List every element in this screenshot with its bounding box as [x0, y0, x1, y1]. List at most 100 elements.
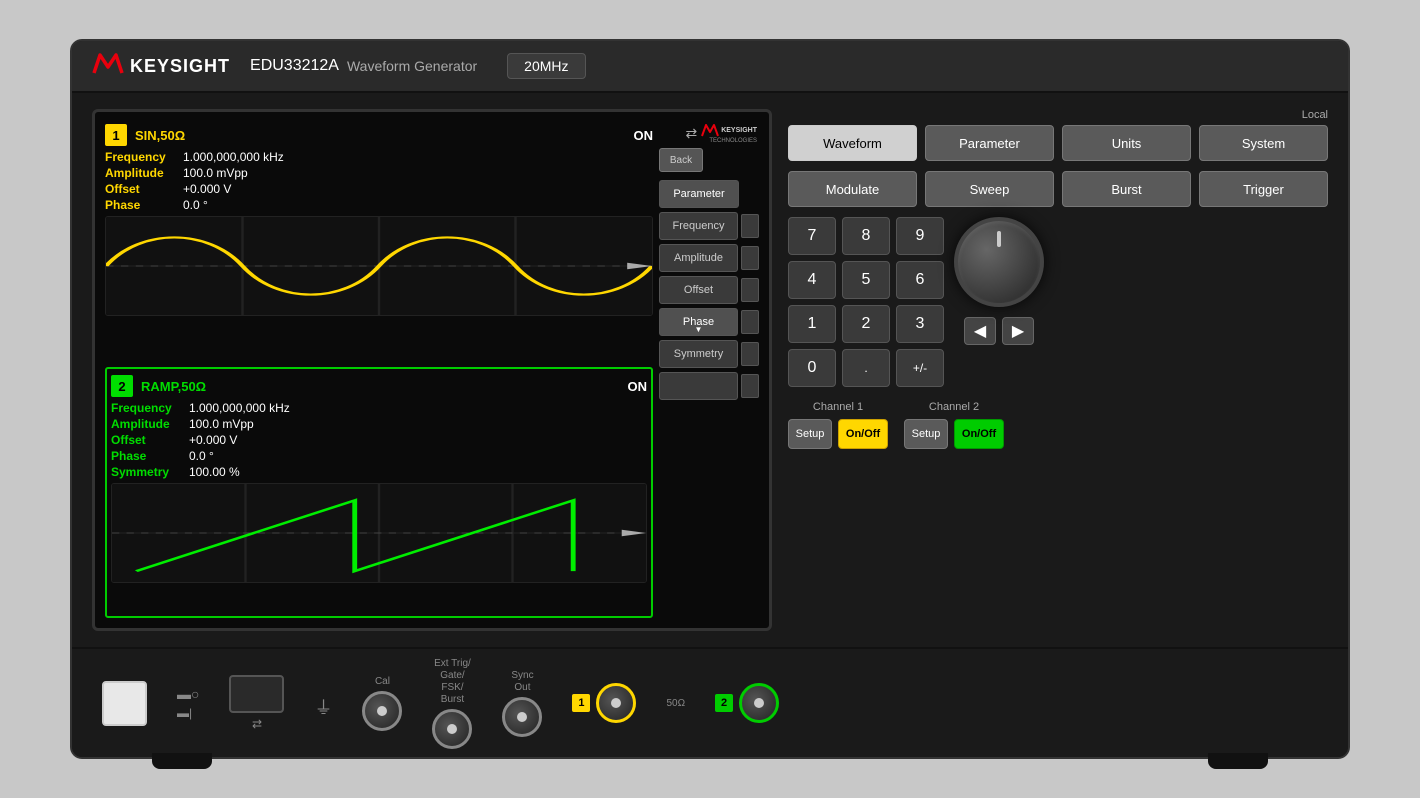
rotary-knob[interactable] [954, 217, 1044, 307]
usb-port[interactable] [229, 675, 284, 713]
ch2-sym-row: Symmetry 100.00 % [111, 465, 647, 479]
num-5[interactable]: 5 [842, 261, 890, 299]
ground-connector: ⏚ [314, 686, 332, 720]
ch2-output-group: Channel 2 Setup On/Off [904, 401, 1004, 449]
back-button[interactable]: Back [659, 148, 703, 172]
soft-key-offset[interactable] [741, 278, 759, 302]
ch1-offset-label: Offset [105, 182, 175, 196]
system-button[interactable]: System [1199, 125, 1328, 161]
ch2-amp-val: 100.0 mVpp [189, 417, 254, 431]
ch1-freq-label: Frequency [105, 150, 175, 164]
channel2-panel: 2 RAMP,50Ω ON Frequency 1.000,000,000 kH… [105, 367, 653, 618]
keysight-logo: KEYSIGHT [92, 49, 230, 83]
num-plusminus[interactable]: +/- [896, 349, 944, 387]
soft-key-sym[interactable] [741, 342, 759, 366]
menu-frequency-btn[interactable]: Frequency [659, 212, 738, 240]
ch2-output-bnc[interactable] [739, 683, 779, 723]
arrow-buttons: ◀ ▶ [964, 317, 1034, 345]
waveform-button[interactable]: Waveform [788, 125, 917, 161]
local-label: Local [788, 109, 1328, 121]
modulate-button[interactable]: Modulate [788, 171, 917, 207]
ch2-amp-row: Amplitude 100.0 mVpp [111, 417, 647, 431]
right-arrow-button[interactable]: ▶ [1002, 317, 1034, 345]
ch1-amp-row: Amplitude 100.0 mVpp [105, 166, 653, 180]
ch2-phase-val: 0.0 ° [189, 449, 214, 463]
num-6[interactable]: 6 [896, 261, 944, 299]
ch2-offset-row: Offset +0.000 V [111, 433, 647, 447]
ch1-status: ON [634, 128, 654, 143]
right-foot [1208, 753, 1268, 769]
num-0[interactable]: 0 [788, 349, 836, 387]
soft-key-amp[interactable] [741, 246, 759, 270]
ch2-phase-row: Phase 0.0 ° [111, 449, 647, 463]
ch1-onoff-button[interactable]: On/Off [838, 419, 888, 449]
soft-key-phase[interactable] [741, 310, 759, 334]
sync-out-connector-group: Sync Out [502, 670, 542, 737]
ch2-onoff-button[interactable]: On/Off [954, 419, 1004, 449]
logo-text: KEYSIGHT [130, 56, 230, 77]
ch1-output-bnc[interactable] [596, 683, 636, 723]
ext-trig-bnc[interactable] [432, 709, 472, 749]
instrument-type: Waveform Generator [347, 58, 477, 74]
soft-key-freq[interactable] [741, 214, 759, 238]
ground-symbol: ⏚ [314, 694, 332, 720]
ch1-amp-val: 100.0 mVpp [183, 166, 248, 180]
left-arrow-button[interactable]: ◀ [964, 317, 996, 345]
menu-blank-btn[interactable] [659, 372, 738, 400]
num-2[interactable]: 2 [842, 305, 890, 343]
ch1-output-badge: 1 [572, 694, 590, 712]
ch2-sym-label: Symmetry [111, 465, 181, 479]
num-4[interactable]: 4 [788, 261, 836, 299]
units-button[interactable]: Units [1062, 125, 1191, 161]
model-text: EDU33212A [250, 57, 339, 75]
ch1-badge: 1 [105, 124, 127, 146]
soft-key-blank[interactable] [741, 374, 759, 398]
ch1-waveform [105, 216, 653, 316]
menu-phase-btn[interactable]: Phase ▼ [659, 308, 738, 336]
ch2-freq-row: Frequency 1.000,000,000 kHz [111, 401, 647, 415]
ch2-type: RAMP,50Ω [141, 379, 206, 394]
cal-bnc[interactable] [362, 691, 402, 731]
cal-connector-group: Cal [362, 676, 402, 731]
usb-icon: ⇄ [685, 125, 697, 142]
ohm-label: 50Ω [666, 698, 685, 709]
menu-parameter-btn[interactable]: Parameter [659, 180, 739, 208]
burst-button[interactable]: Burst [1062, 171, 1191, 207]
io-ports: ▬○ ▬| [177, 686, 199, 720]
ch2-freq-label: Frequency [111, 401, 181, 415]
ch1-output-connector: 1 [572, 683, 636, 723]
ch1-header: 1 SIN,50Ω ON [105, 122, 653, 148]
ch1-offset-row: Offset +0.000 V [105, 182, 653, 196]
num-7[interactable]: 7 [788, 217, 836, 255]
power-button[interactable] [102, 681, 147, 726]
ch2-output-label: Channel 2 [929, 401, 979, 413]
ch1-output-label: Channel 1 [813, 401, 863, 413]
ext-trig-connector-group: Ext Trig/ Gate/ FSK/ Burst [432, 658, 472, 749]
ch1-setup-button[interactable]: Setup [788, 419, 832, 449]
ch2-output-connector: 2 [715, 683, 779, 723]
ks-logo-mini [701, 122, 719, 138]
ch2-waveform [111, 483, 647, 583]
ch2-output-badge: 2 [715, 694, 733, 712]
ch2-setup-button[interactable]: Setup [904, 419, 948, 449]
ch2-freq-val: 1.000,000,000 kHz [189, 401, 290, 415]
num-8[interactable]: 8 [842, 217, 890, 255]
ch2-sym-val: 100.00 % [189, 465, 240, 479]
num-9[interactable]: 9 [896, 217, 944, 255]
sweep-button[interactable]: Sweep [925, 171, 1054, 207]
pc-io-icon: ▬○ [177, 686, 199, 702]
menu-offset-btn[interactable]: Offset [659, 276, 738, 304]
num-3[interactable]: 3 [896, 305, 944, 343]
top-btn-row1: Waveform Parameter Units System [788, 125, 1328, 161]
frequency-badge: 20MHz [507, 53, 585, 79]
menu-symmetry-btn[interactable]: Symmetry [659, 340, 738, 368]
num-dot[interactable]: . [842, 349, 890, 387]
trigger-button[interactable]: Trigger [1199, 171, 1328, 207]
num-1[interactable]: 1 [788, 305, 836, 343]
sync-out-bnc[interactable] [502, 697, 542, 737]
parameter-button[interactable]: Parameter [925, 125, 1054, 161]
menu-amplitude-btn[interactable]: Amplitude [659, 244, 738, 272]
bottom-panel: ▬○ ▬| ⇄ ⏚ Cal Ext Trig/ Gate/ FSK/ Burst… [72, 647, 1348, 757]
ch1-offset-val: +0.000 V [183, 182, 231, 196]
ch2-header: 2 RAMP,50Ω ON [111, 373, 647, 399]
